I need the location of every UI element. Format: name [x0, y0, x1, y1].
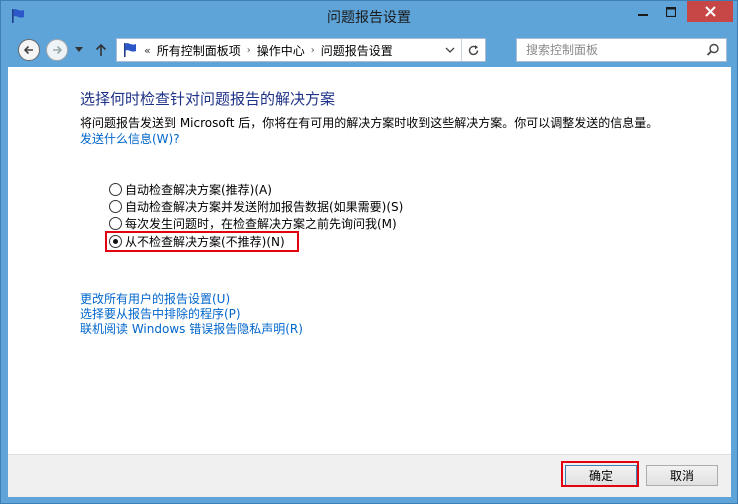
radio-button[interactable]	[109, 217, 122, 230]
option-ask-me[interactable]: 每次发生问题时，在检查解决方案之前先询问我(M)	[109, 215, 397, 232]
forward-button[interactable]	[46, 39, 68, 61]
recent-locations-button[interactable]	[72, 39, 86, 61]
navigation-bar: « 所有控制面板项 › 操作中心 › 问题报告设置	[8, 32, 731, 67]
back-button[interactable]	[18, 39, 40, 61]
up-button[interactable]	[92, 39, 110, 61]
breadcrumb-action-center[interactable]: 操作中心	[257, 42, 305, 59]
title-bar[interactable]: 问题报告设置	[1, 1, 737, 32]
refresh-icon	[468, 44, 479, 55]
breadcrumb-all-items[interactable]: 所有控制面板项	[157, 42, 241, 59]
radio-button[interactable]	[109, 200, 122, 213]
page-description: 将问题报告发送到 Microsoft 后，你将在有可用的解决方案时收到这些解决方…	[80, 116, 659, 130]
what-sent-link[interactable]: 发送什么信息(W)?	[80, 130, 180, 147]
address-bar[interactable]: « 所有控制面板项 › 操作中心 › 问题报告设置	[116, 38, 486, 62]
dialog-window: 问题报告设置 « 所有控制面板项 › 操作中心 › 问题报告设置 搜索控制面板 …	[0, 0, 738, 504]
search-icon[interactable]	[706, 43, 720, 57]
breadcrumb-overflow[interactable]: «	[144, 44, 151, 57]
option-label: 自动检查解决方案并发送附加报告数据(如果需要)(S)	[125, 200, 404, 214]
main-content: 选择何时检查针对问题报告的解决方案 将问题报告发送到 Microsoft 后，你…	[8, 67, 731, 454]
breadcrumb-separator[interactable]: ›	[247, 45, 251, 56]
page-heading: 选择何时检查针对问题报告的解决方案	[80, 90, 336, 108]
refresh-button[interactable]	[461, 39, 485, 61]
flag-icon	[124, 43, 136, 57]
search-input[interactable]	[517, 39, 697, 61]
back-arrow-icon	[23, 45, 33, 55]
minimize-button[interactable]	[629, 1, 656, 22]
cancel-button[interactable]: 取消	[646, 465, 718, 486]
chevron-down-icon	[75, 47, 83, 52]
forward-arrow-icon	[53, 45, 63, 55]
maximize-icon	[665, 6, 676, 17]
chevron-down-icon[interactable]	[445, 45, 455, 55]
highlight-box	[561, 461, 639, 487]
up-arrow-icon	[95, 43, 107, 56]
search-box[interactable]	[516, 38, 727, 62]
breadcrumb-current[interactable]: 问题报告设置	[321, 42, 393, 59]
option-label: 每次发生问题时，在检查解决方案之前先询问我(M)	[125, 217, 397, 231]
close-icon	[704, 6, 716, 17]
radio-button[interactable]	[109, 183, 122, 196]
option-label: 自动检查解决方案(推荐)(A)	[125, 183, 272, 197]
highlight-box	[105, 231, 299, 252]
minimize-icon	[637, 13, 648, 16]
close-button[interactable]	[687, 1, 733, 22]
breadcrumb-separator[interactable]: ›	[311, 45, 315, 56]
maximize-button[interactable]	[657, 1, 684, 22]
option-auto-check[interactable]: 自动检查解决方案(推荐)(A)	[109, 181, 272, 198]
dialog-footer: 确定 取消	[8, 454, 731, 497]
window-title: 问题报告设置	[327, 10, 411, 26]
option-auto-check-send-data[interactable]: 自动检查解决方案并发送附加报告数据(如果需要)(S)	[109, 198, 403, 215]
privacy-statement-link[interactable]: 联机阅读 Windows 错误报告隐私声明(R)	[80, 320, 303, 337]
